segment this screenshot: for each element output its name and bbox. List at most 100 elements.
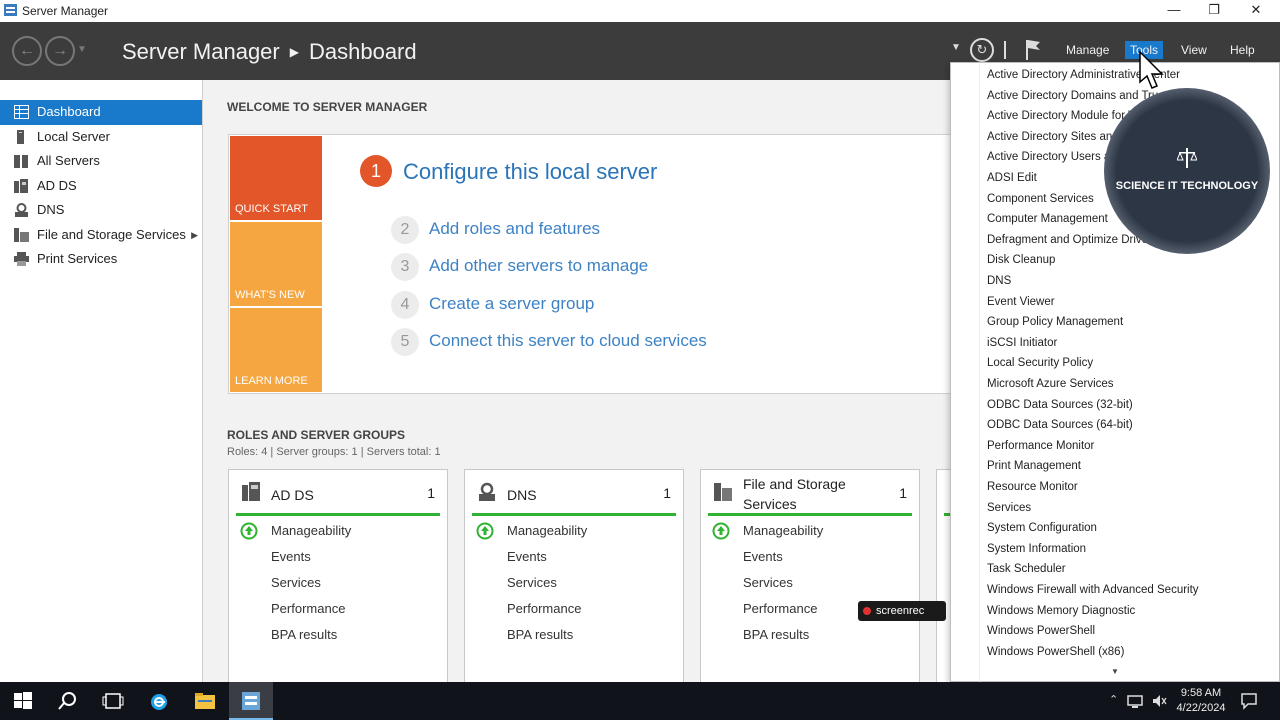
manageability-link[interactable]: Manageability [271,523,351,538]
manageability-link[interactable]: Manageability [507,523,587,538]
bpa-results-link[interactable]: BPA results [271,627,337,642]
sidebar-item-label: Local Server [37,128,110,144]
sidebar-item-dns[interactable]: DNS [0,198,202,223]
watermark-badge: SCIENCE IT TECHNOLOGY [1104,88,1270,254]
services-link[interactable]: Services [271,575,321,590]
bpa-results-link[interactable]: BPA results [507,627,573,642]
tools-menu-item[interactable]: Print Management [987,460,1081,472]
breadcrumb-app[interactable]: Server Manager [122,39,280,64]
tools-menu-item[interactable]: Windows Memory Diagnostic [987,605,1135,617]
tools-menu-item[interactable]: Task Scheduler [987,563,1066,575]
close-button[interactable]: ✕ [1236,0,1276,22]
taskbar-server-manager[interactable] [229,682,273,720]
manageability-link[interactable]: Manageability [743,523,823,538]
task-view-icon[interactable] [102,690,124,712]
sidebar-item-all-servers[interactable]: All Servers [0,149,202,174]
tools-menu-item[interactable]: Windows PowerShell (x86) [987,646,1124,658]
storage-icon [714,483,732,501]
role-name: File and Storage Services [743,476,846,512]
menu-view[interactable]: View [1176,41,1212,59]
history-dropdown-icon[interactable]: ▼ [77,44,87,55]
refresh-icon: ↻ [976,42,988,57]
sidebar-item-file-storage[interactable]: File and Storage Services ▶ [0,223,202,248]
network-icon[interactable] [1127,693,1143,709]
sidebar-item-local-server[interactable]: Local Server [0,125,202,150]
tools-menu-item[interactable]: Resource Monitor [987,481,1078,493]
sidebar-item-dashboard[interactable]: Dashboard [0,100,202,125]
tools-menu-item[interactable]: Component Services [987,193,1094,205]
tile-quick-start[interactable]: QUICK START [230,136,322,220]
tools-menu-item[interactable]: Windows PowerShell [987,625,1095,637]
role-card-file-storage[interactable]: File and Storage Services 1 Manageabilit… [700,469,920,689]
add-servers-link[interactable]: Add other servers to manage [429,256,648,276]
windows-start-icon[interactable] [12,690,34,712]
tools-menu-item[interactable]: Event Viewer [987,296,1055,308]
taskbar-clock[interactable]: 9:58 AM 4/22/2024 [1174,686,1228,716]
internet-explorer-icon[interactable] [148,690,170,712]
tile-label: LEARN MORE [235,375,308,387]
tools-menu-item[interactable]: ADSI Edit [987,172,1037,184]
add-roles-link[interactable]: Add roles and features [429,219,600,239]
menu-manage[interactable]: Manage [1061,41,1114,59]
events-link[interactable]: Events [507,549,547,564]
create-server-group-link[interactable]: Create a server group [429,294,594,314]
tools-menu-item[interactable]: Services [987,502,1031,514]
tools-menu-item[interactable]: Group Policy Management [987,316,1123,328]
restore-button[interactable]: ❐ [1194,0,1234,22]
refresh-button[interactable]: ↻ [970,38,994,62]
taskbar: ⌃ 9:58 AM 4/22/2024 [0,682,1280,720]
adds-icon [14,178,28,193]
configure-local-server-link[interactable]: Configure this local server [403,159,657,185]
role-name: AD DS [271,487,314,503]
bpa-results-link[interactable]: BPA results [743,627,809,642]
adds-icon [242,482,260,501]
connect-cloud-link[interactable]: Connect this server to cloud services [429,331,707,351]
sidebar-item-ad-ds[interactable]: AD DS [0,174,202,199]
tools-menu-item[interactable]: Local Security Policy [987,357,1093,369]
file-explorer-icon[interactable] [194,690,216,712]
performance-link[interactable]: Performance [271,601,345,616]
notifications-icon[interactable] [1240,692,1258,710]
sidebar-item-print-services[interactable]: Print Services [0,247,202,272]
expand-arrow-icon[interactable]: ▶ [191,223,198,247]
server-icon [17,129,24,144]
back-arrow-icon: ← [19,42,35,59]
tile-learn-more[interactable]: LEARN MORE [230,308,322,392]
notifications-dropdown-icon[interactable]: ▼ [951,42,961,53]
flag-icon[interactable] [1024,38,1042,62]
tile-whats-new[interactable]: WHAT'S NEW [230,222,322,306]
header-divider [1004,41,1006,59]
tools-menu-item[interactable]: ODBC Data Sources (64-bit) [987,419,1133,431]
role-card-dns[interactable]: DNS 1 Manageability Events Services Perf… [464,469,684,689]
tools-menu-item[interactable]: Computer Management [987,213,1108,225]
tools-menu-item[interactable]: Performance Monitor [987,440,1094,452]
tools-menu-item[interactable]: System Information [987,543,1086,555]
services-link[interactable]: Services [507,575,557,590]
tools-menu-item[interactable]: Defragment and Optimize Drives [987,234,1154,246]
tray-overflow-icon[interactable]: ⌃ [1109,693,1118,706]
role-card-ad-ds[interactable]: AD DS 1 Manageability Events Services Pe… [228,469,448,689]
tools-menu-item[interactable]: Windows Firewall with Advanced Security [987,584,1199,596]
volume-icon[interactable] [1151,693,1167,709]
search-icon[interactable] [57,690,79,712]
back-button[interactable]: ← [12,36,42,66]
tools-menu-item[interactable]: ODBC Data Sources (32-bit) [987,399,1133,411]
events-link[interactable]: Events [743,549,783,564]
watermark-text: SCIENCE IT TECHNOLOGY [1115,180,1259,192]
storage-icon [14,227,29,242]
events-link[interactable]: Events [271,549,311,564]
tools-menu-item[interactable]: Disk Cleanup [987,254,1055,266]
performance-link[interactable]: Performance [507,601,581,616]
forward-button[interactable]: → [45,36,75,66]
performance-link[interactable]: Performance [743,601,817,616]
minimize-button[interactable]: — [1154,0,1194,22]
tools-menu-item[interactable]: DNS [987,275,1011,287]
step-number: 5 [391,328,419,356]
services-link[interactable]: Services [743,575,793,590]
tools-menu-item[interactable]: Microsoft Azure Services [987,378,1114,390]
tools-menu-item[interactable]: iSCSI Initiator [987,337,1057,349]
status-bar [472,513,676,516]
scroll-down-icon[interactable]: ▼ [1111,667,1119,676]
tools-menu-item[interactable]: System Configuration [987,522,1097,534]
menu-help[interactable]: Help [1225,41,1260,59]
